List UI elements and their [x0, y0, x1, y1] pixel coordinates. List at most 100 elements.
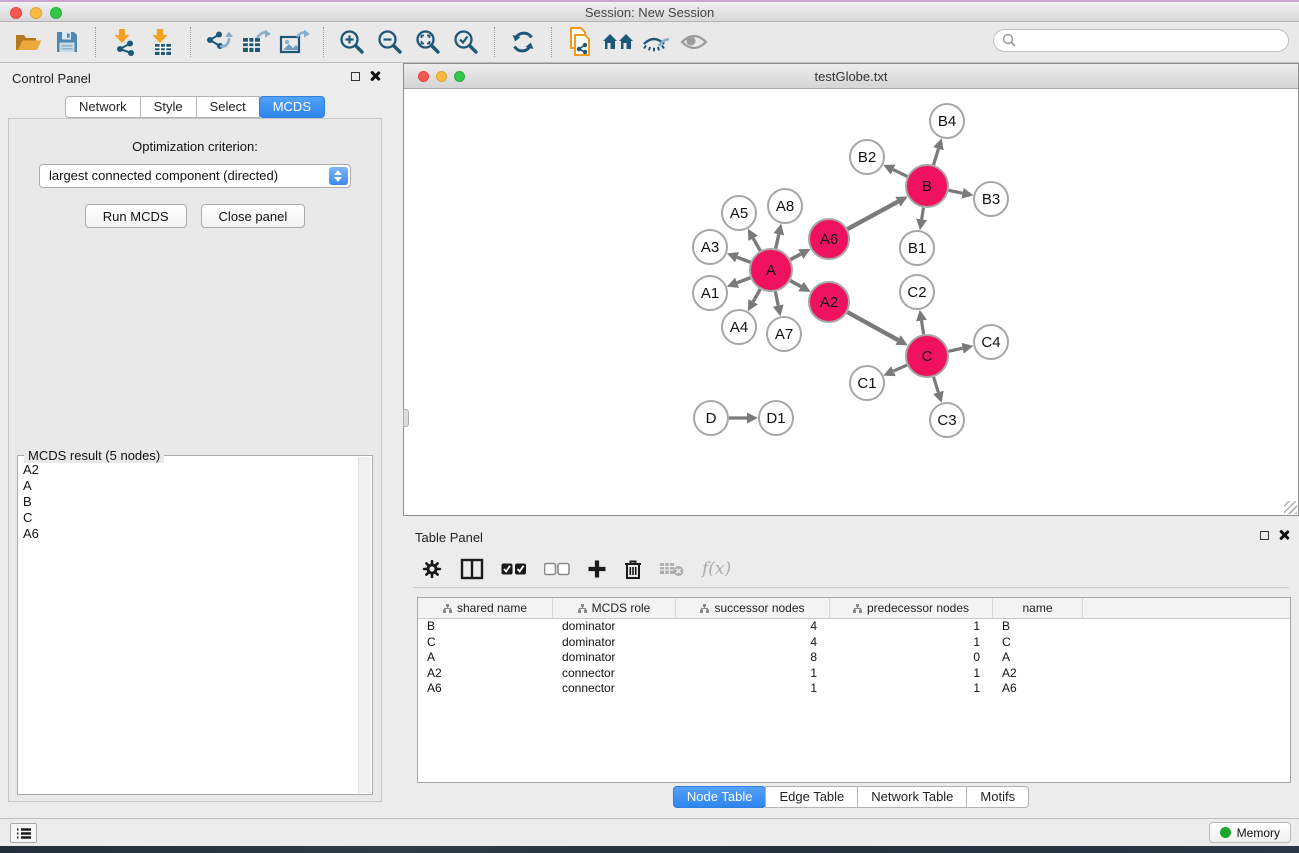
graph-edge-A-A5[interactable]: [753, 238, 760, 251]
hide-selected-icon[interactable]: [639, 26, 673, 58]
show-all-views-icon[interactable]: [601, 26, 635, 58]
graph-edge-A-A8[interactable]: [776, 234, 779, 248]
table-header-row[interactable]: shared nameMCDS rolesuccessor nodesprede…: [418, 598, 1290, 619]
run-mcds-button[interactable]: Run MCDS: [85, 204, 187, 228]
close-table-panel-icon[interactable]: [1279, 530, 1289, 540]
graph-edge-A-A2[interactable]: [790, 281, 801, 287]
table-cell[interactable]: A6: [418, 681, 553, 697]
graph-node-A7[interactable]: A7: [767, 317, 801, 351]
table-cell[interactable]: A2: [993, 666, 1083, 682]
mcds-result-list[interactable]: A2ABCA6: [19, 462, 358, 793]
search-box[interactable]: [993, 29, 1289, 52]
table-cell[interactable]: connector: [553, 681, 676, 697]
graph-node-B1[interactable]: B1: [900, 231, 934, 265]
graph-node-B4[interactable]: B4: [930, 104, 964, 138]
graph-node-C1[interactable]: C1: [850, 366, 884, 400]
graph-edge-B-B2[interactable]: [893, 170, 907, 177]
graph-node-A2[interactable]: A2: [809, 282, 849, 322]
show-columns-icon[interactable]: [460, 558, 484, 580]
tab-mcds[interactable]: MCDS: [259, 96, 325, 118]
table-cell[interactable]: 0: [830, 650, 993, 666]
graph-edge-C-C4[interactable]: [948, 348, 962, 351]
network-graph[interactable]: B4B2BB3A5A8A6B1A3AA1C2A2A4A7C4CC1C3DD1: [404, 89, 1298, 515]
graph-edge-A6-B[interactable]: [847, 202, 898, 229]
table-row[interactable]: Adominator80A: [418, 650, 1290, 666]
tab-style[interactable]: Style: [140, 96, 197, 118]
graph-node-A3[interactable]: A3: [693, 230, 727, 264]
criterion-dropdown[interactable]: largest connected component (directed): [39, 164, 351, 188]
table-cell[interactable]: C: [418, 635, 553, 651]
graph-node-B2[interactable]: B2: [850, 140, 884, 174]
table-cell[interactable]: C: [993, 635, 1083, 651]
show-panels-list-button[interactable]: [10, 823, 37, 843]
graph-edge-A-A4[interactable]: [753, 289, 760, 302]
graph-node-B[interactable]: B: [906, 165, 948, 207]
open-file-icon[interactable]: [12, 26, 46, 58]
graph-edge-C-C2[interactable]: [921, 321, 923, 335]
table-row[interactable]: A6connector11A6: [418, 681, 1290, 697]
show-hidden-icon[interactable]: [677, 26, 711, 58]
clone-network-icon[interactable]: [563, 26, 597, 58]
float-table-panel-icon[interactable]: [1260, 531, 1269, 540]
table-cell[interactable]: dominator: [553, 619, 676, 635]
close-panel-button[interactable]: Close panel: [201, 204, 306, 228]
network-canvas[interactable]: B4B2BB3A5A8A6B1A3AA1C2A2A4A7C4CC1C3DD1: [404, 89, 1298, 515]
graph-node-B3[interactable]: B3: [974, 182, 1008, 216]
select-all-checkboxes-icon[interactable]: [501, 562, 527, 576]
graph-node-A8[interactable]: A8: [768, 189, 802, 223]
resize-grip-icon[interactable]: [1284, 501, 1297, 514]
graph-node-C3[interactable]: C3: [930, 403, 964, 437]
graph-edge-A-A1[interactable]: [737, 278, 750, 283]
table-cell[interactable]: 1: [676, 666, 830, 682]
graph-edge-A2-C[interactable]: [847, 312, 898, 340]
table-cell[interactable]: 1: [830, 619, 993, 635]
table-row[interactable]: A2connector11A2: [418, 666, 1290, 682]
graph-node-C[interactable]: C: [906, 335, 948, 377]
table-settings-icon[interactable]: [421, 558, 443, 580]
graph-node-A6[interactable]: A6: [809, 219, 849, 259]
graph-node-C4[interactable]: C4: [974, 325, 1008, 359]
table-cell[interactable]: dominator: [553, 635, 676, 651]
table-cell[interactable]: connector: [553, 666, 676, 682]
column-header[interactable]: shared name: [418, 598, 553, 618]
graph-edge-B-B4[interactable]: [933, 149, 938, 165]
mcds-result-item[interactable]: A6: [19, 526, 358, 542]
export-network-icon[interactable]: [202, 26, 236, 58]
save-session-icon[interactable]: [50, 26, 84, 58]
table-cell[interactable]: B: [993, 619, 1083, 635]
table-cell[interactable]: A6: [993, 681, 1083, 697]
graph-node-A1[interactable]: A1: [693, 276, 727, 310]
graph-node-D1[interactable]: D1: [759, 401, 793, 435]
memory-button[interactable]: Memory: [1209, 822, 1291, 843]
table-row[interactable]: Bdominator41B: [418, 619, 1290, 635]
mcds-result-item[interactable]: B: [19, 494, 358, 510]
add-row-icon[interactable]: [587, 559, 607, 579]
tab-motifs[interactable]: Motifs: [966, 786, 1029, 808]
table-cell[interactable]: 8: [676, 650, 830, 666]
float-panel-icon[interactable]: [351, 72, 360, 81]
function-builder-icon[interactable]: f(x): [702, 559, 731, 579]
table-cell[interactable]: 1: [676, 681, 830, 697]
table-cell[interactable]: 1: [830, 666, 993, 682]
table-cell[interactable]: A2: [418, 666, 553, 682]
graph-edge-B-B1[interactable]: [922, 208, 924, 220]
graph-edge-A-A6[interactable]: [790, 254, 800, 260]
column-header[interactable]: MCDS role: [553, 598, 676, 618]
tab-edge-table[interactable]: Edge Table: [765, 786, 858, 808]
network-window-titlebar[interactable]: testGlobe.txt: [404, 64, 1298, 89]
import-table-icon[interactable]: [145, 26, 179, 58]
graph-node-C2[interactable]: C2: [900, 275, 934, 309]
zoom-selected-icon[interactable]: [449, 26, 483, 58]
import-network-icon[interactable]: [107, 26, 141, 58]
close-panel-icon[interactable]: [370, 71, 380, 81]
deselect-all-checkboxes-icon[interactable]: [544, 562, 570, 576]
mcds-result-item[interactable]: A: [19, 478, 358, 494]
table-cell[interactable]: 4: [676, 635, 830, 651]
column-header[interactable]: predecessor nodes: [830, 598, 993, 618]
splitter-grip[interactable]: [403, 409, 409, 427]
column-header[interactable]: name: [993, 598, 1083, 618]
graph-node-A4[interactable]: A4: [722, 310, 756, 344]
export-image-icon[interactable]: [278, 26, 312, 58]
mcds-result-item[interactable]: C: [19, 510, 358, 526]
mcds-result-scrollbar[interactable]: [358, 457, 371, 793]
